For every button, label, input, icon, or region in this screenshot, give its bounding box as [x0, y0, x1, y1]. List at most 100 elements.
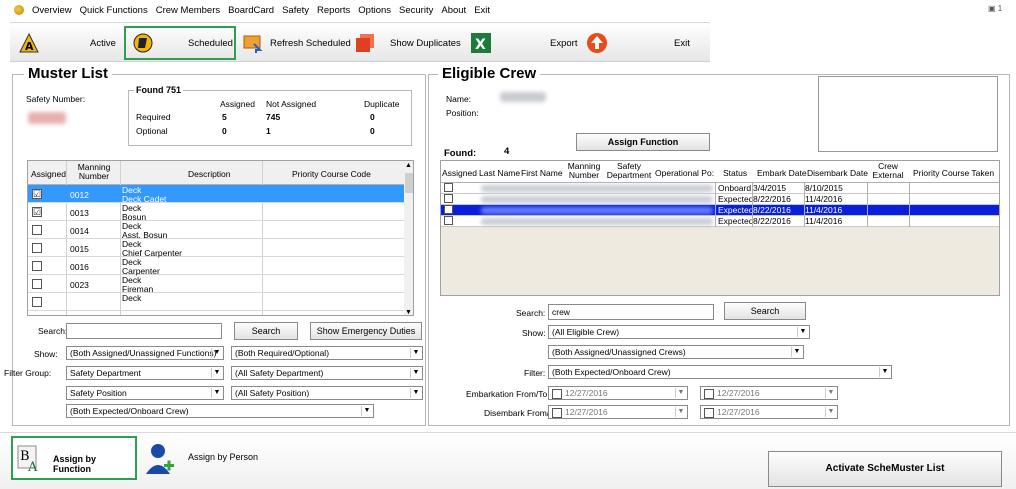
assigned-checkbox[interactable] [32, 297, 42, 307]
exit-button[interactable]: Exit [586, 27, 696, 59]
menu-security[interactable]: Security [399, 5, 433, 16]
eg-header-manning[interactable]: Manning Number [567, 162, 601, 180]
muster-search-input[interactable] [66, 323, 222, 339]
grid-divider [804, 205, 805, 216]
eg-header-last-name[interactable]: Last Name [479, 168, 520, 178]
assigned-checkbox[interactable] [32, 225, 42, 235]
eg-header-disembark[interactable]: Disembark Date [807, 168, 868, 178]
show-functions-combo[interactable]: (Both Assigned/Unassigned Functions) ▼ [66, 346, 224, 360]
disembark-from-date[interactable]: 12/27/2016 ▼ [548, 405, 688, 419]
eligible-search-button[interactable]: Search [724, 302, 806, 320]
embark-to-date[interactable]: 12/27/2016 ▼ [700, 386, 838, 400]
crew-embark: 8/22/2016 [753, 216, 791, 226]
menu-exit[interactable]: Exit [474, 5, 490, 16]
crew-photo-box [818, 76, 998, 152]
excel-icon: X [471, 33, 491, 53]
eg-header-crew-external[interactable]: Crew External [871, 162, 905, 180]
duplicates-icon [356, 34, 374, 52]
table-row[interactable]: Onboard 3/4/2015 8/10/2015 [441, 183, 999, 194]
assigned-checkbox[interactable] [444, 205, 453, 214]
safety-department-combo[interactable]: Safety Department ▼ [66, 366, 224, 380]
grid-divider [867, 205, 868, 216]
table-row[interactable]: 0014 Deck Asst. Bosun [28, 221, 404, 240]
menu-options[interactable]: Options [358, 5, 391, 16]
grid-header-priority[interactable]: Priority Course Code [292, 169, 371, 179]
table-row[interactable]: ☑ 0013 Deck Bosun [28, 203, 404, 222]
table-row[interactable]: ☑ 0012 Deck Deck Cadet [28, 185, 404, 204]
grid-divider [909, 183, 910, 194]
assigned-checkbox[interactable] [32, 279, 42, 289]
redacted-crew-info [481, 196, 713, 203]
table-row[interactable]: 0023 Deck Fireman [28, 275, 404, 294]
eligible-search-input[interactable]: crew [548, 304, 714, 320]
grid-header-manning[interactable]: Manning Number [74, 163, 114, 181]
muster-grid-scrollbar[interactable]: ▲ ▼ [404, 161, 413, 315]
required-label: Required [136, 112, 171, 122]
window-restore-icon[interactable]: ▣ 1 [988, 4, 1002, 13]
menu-crew-members[interactable]: Crew Members [156, 5, 220, 16]
assigned-checkbox[interactable] [32, 261, 42, 271]
show-emergency-duties-button[interactable]: Show Emergency Duties [310, 322, 422, 340]
table-row[interactable]: Expected 8/22/2016 11/4/2016 [441, 216, 999, 227]
eligible-show-label: Show: [522, 328, 546, 338]
assigned-crews-combo[interactable]: (Both Assigned/Unassigned Crews) ▼ [548, 345, 804, 359]
assigned-checkbox[interactable]: ☑ [32, 189, 42, 199]
assign-by-person-button[interactable]: Assign by Person [142, 440, 262, 480]
assign-function-button[interactable]: Assign Function [576, 133, 710, 151]
table-row[interactable]: Expected 8/22/2016 11/4/2016 [441, 205, 999, 216]
grid-divider [867, 216, 868, 227]
expected-onboard-combo[interactable]: (Both Expected/Onboard Crew) ▼ [66, 404, 374, 418]
menu-boardcard[interactable]: BoardCard [228, 5, 274, 16]
table-row[interactable]: Expected 8/22/2016 11/4/2016 [441, 194, 999, 205]
eg-header-status[interactable]: Status [723, 168, 747, 178]
col-assigned-header: Assigned [220, 99, 255, 109]
eligible-filter-combo[interactable]: (Both Expected/Onboard Crew) ▼ [548, 365, 892, 379]
export-button[interactable]: X Export [470, 27, 582, 59]
crew-disembark: 11/4/2016 [805, 216, 843, 226]
menu-quick-functions[interactable]: Quick Functions [80, 5, 148, 16]
eg-header-dept[interactable]: Safety Department [605, 162, 653, 180]
table-row[interactable]: 0015 Deck Chief Carpenter [28, 239, 404, 258]
eg-header-operational[interactable]: Operational Po: [655, 168, 714, 178]
eligible-show-combo[interactable]: (All Eligible Crew) ▼ [548, 325, 810, 339]
grid-header-description[interactable]: Description [188, 169, 231, 179]
show-duplicates-button[interactable]: Show Duplicates [354, 27, 466, 59]
grid-divider [752, 205, 753, 216]
assigned-checkbox[interactable]: ☑ [32, 207, 42, 217]
activate-muster-list-button[interactable]: Activate ScheMuster List [768, 451, 1002, 487]
grid-divider [752, 183, 753, 194]
eligible-filter-label: Filter: [524, 368, 546, 378]
table-row[interactable]: 0016 Deck Carpenter [28, 257, 404, 276]
all-safety-department-combo[interactable]: (All Safety Department) ▼ [231, 366, 423, 380]
assigned-checkbox[interactable] [444, 183, 453, 192]
crew-status: Onboard [718, 183, 752, 193]
grid-divider [715, 194, 716, 205]
menu-overview[interactable]: Overview [32, 5, 72, 16]
embark-from-date[interactable]: 12/27/2016 ▼ [548, 386, 688, 400]
assign-by-function-button[interactable]: BA Assign by Function [11, 436, 137, 480]
grid-header-assigned[interactable]: Assigned [31, 169, 66, 179]
menu-safety[interactable]: Safety [282, 5, 309, 16]
active-button[interactable]: A Active [18, 27, 118, 59]
assigned-checkbox[interactable] [32, 243, 42, 253]
menu-about[interactable]: About [441, 5, 466, 16]
scheduled-button[interactable]: Scheduled [124, 26, 236, 60]
safety-position-combo[interactable]: Safety Position ▼ [66, 386, 224, 400]
svg-text:A: A [25, 40, 34, 53]
eg-header-priority-taken[interactable]: Priority Course Taken [913, 168, 994, 178]
manning-number: 0015 [70, 244, 89, 254]
table-row[interactable]: Deck [28, 293, 404, 311]
eg-header-embark[interactable]: Embark Date [757, 168, 807, 178]
eg-header-first-name[interactable]: First Name [521, 168, 563, 178]
filter-group-label: Filter Group: [4, 368, 52, 378]
assigned-checkbox[interactable] [444, 216, 453, 225]
menu-reports[interactable]: Reports [317, 5, 350, 16]
refresh-scheduled-button[interactable]: Refresh Scheduled [242, 27, 352, 59]
disembark-to-date[interactable]: 12/27/2016 ▼ [700, 405, 838, 419]
eg-header-assigned[interactable]: Assigned [442, 168, 477, 178]
found-count: Found 751 [134, 85, 184, 95]
all-safety-position-combo[interactable]: (All Safety Position) ▼ [231, 386, 423, 400]
assigned-checkbox[interactable] [444, 194, 453, 203]
muster-search-button[interactable]: Search [234, 322, 298, 340]
required-optional-combo[interactable]: (Both Required/Optional) ▼ [231, 346, 423, 360]
